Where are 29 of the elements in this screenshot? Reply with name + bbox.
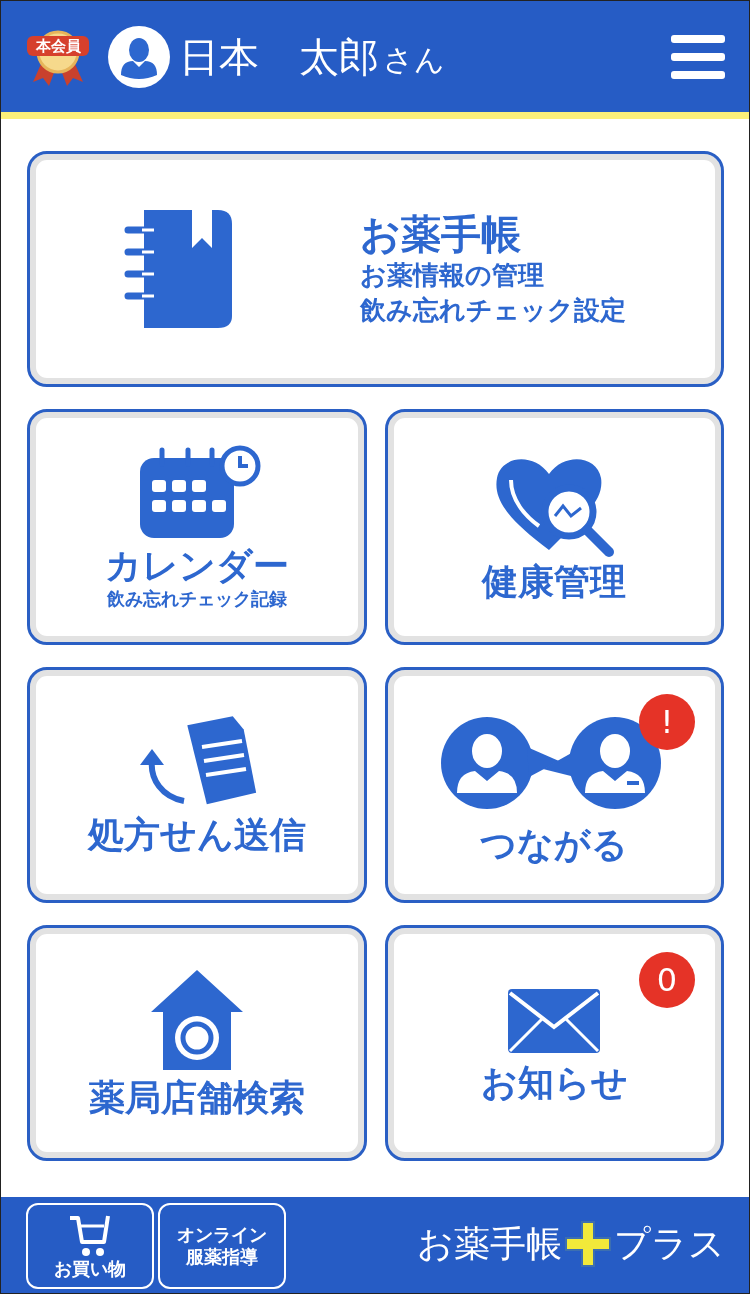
tile-title: お薬手帳 [360, 209, 522, 258]
tile-subtitle: 飲み忘れチェック設定 [360, 294, 626, 327]
tile-subtitle: 飲み忘れチェック記録 [105, 586, 288, 611]
user-name: 日本 太郎 [179, 32, 379, 82]
tile-title: 薬局店舗検索 [88, 1076, 305, 1120]
menu-tile[interactable]: 処方せん送信 [27, 667, 367, 903]
menu-tile[interactable]: カレンダー 飲み忘れチェック記録 [27, 409, 367, 645]
footer-button[interactable]: オンライン 服薬指導 [158, 1203, 286, 1289]
menu-tile[interactable]: お知らせ 0 [384, 925, 724, 1161]
notification-badge: ! [639, 694, 695, 750]
member-badge: 本会員 [27, 35, 89, 56]
menu-tile[interactable]: お薬手帳 お薬情報の管理 飲み忘れチェック設定 [27, 151, 724, 387]
logo-text: プラス [614, 1222, 725, 1266]
menu-tile[interactable]: 健康管理 [384, 409, 724, 645]
tile-title: 健康管理 [482, 560, 627, 604]
avatar-icon [107, 24, 171, 89]
menu-button[interactable] [671, 34, 725, 79]
plus-icon [562, 1218, 614, 1270]
tile-title: お知らせ [480, 1061, 628, 1105]
tile-title: カレンダー [104, 543, 289, 587]
notification-badge: 0 [639, 952, 695, 1008]
honorific: さん [383, 41, 445, 79]
menu-tile[interactable]: つながる ! [384, 667, 724, 903]
menu-tile[interactable]: 薬局店舗検索 [27, 925, 367, 1161]
tile-title: つながる [480, 823, 629, 867]
tile-title: 処方せん送信 [87, 813, 306, 857]
tile-subtitle: お薬情報の管理 [360, 258, 545, 292]
logo-text: お薬手帳 [417, 1222, 562, 1266]
footer-button[interactable]: お買い物 [26, 1203, 154, 1289]
